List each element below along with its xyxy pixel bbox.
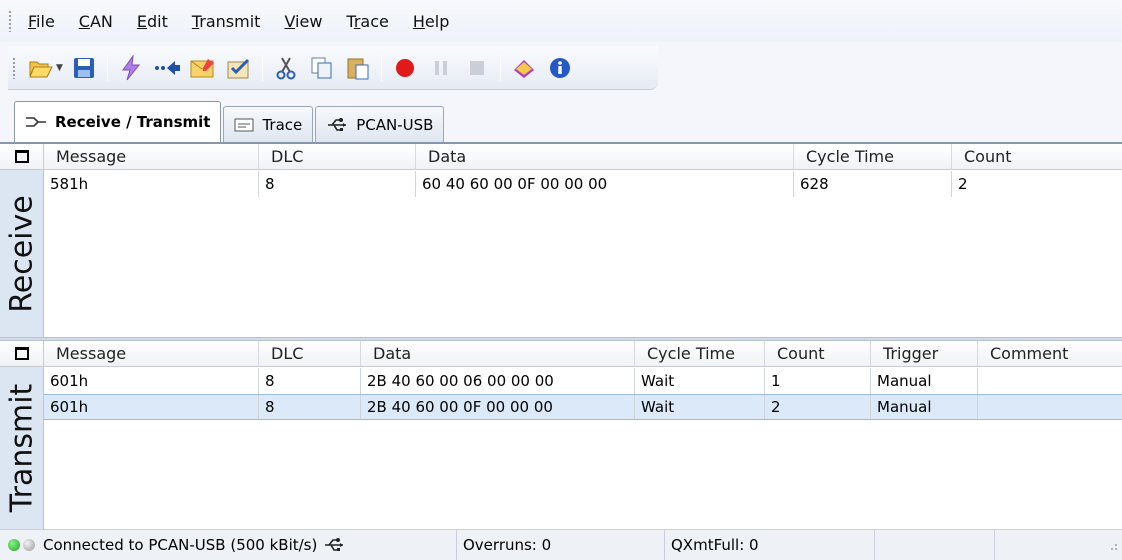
cell-data: 60 40 60 00 0F 00 00 00 (416, 171, 794, 197)
cell-cycle-time: Wait (635, 395, 765, 419)
menu-edit[interactable]: Edit (135, 10, 170, 33)
cell-message: 601h (44, 368, 259, 394)
cell-cycle-time: Wait (635, 368, 765, 394)
toolbar-separator (380, 54, 382, 81)
usb-icon (323, 536, 345, 554)
menu-transmit[interactable]: Transmit (190, 10, 263, 33)
col-dlc[interactable]: DLC (259, 341, 361, 366)
transmit-header: Message DLC Data Cycle Time Count Trigge… (0, 341, 1122, 367)
cell-comment (978, 395, 1122, 419)
trace-icon (234, 118, 254, 132)
tab-label: Trace (262, 115, 303, 134)
cell-count: 2 (765, 395, 871, 419)
led-gray-icon (23, 539, 35, 551)
cell-message: 601h (44, 395, 259, 419)
connection-text: Connected to PCAN-USB (500 kBit/s) (43, 536, 318, 554)
cell-data: 2B 40 60 00 0F 00 00 00 (361, 395, 635, 419)
cell-message: 581h (44, 171, 259, 197)
status-connection: Connected to PCAN-USB (500 kBit/s) (0, 530, 457, 560)
col-data[interactable]: Data (416, 144, 794, 169)
menu-view[interactable]: View (282, 10, 324, 33)
col-data[interactable]: Data (361, 341, 635, 366)
col-count[interactable]: Count (765, 341, 871, 366)
table-row[interactable]: 581h 8 60 40 60 00 0F 00 00 00 628 2 (44, 171, 1122, 197)
receive-transmit-icon (25, 115, 47, 129)
tab-label: PCAN-USB (356, 115, 434, 134)
stop-icon[interactable] (462, 53, 492, 83)
receive-header: Message DLC Data Cycle Time Count (0, 144, 1122, 170)
col-comment[interactable]: Comment (978, 341, 1122, 366)
cell-dlc: 8 (259, 368, 361, 394)
status-qxmtfull: QXmtFull: 0 (665, 530, 875, 560)
cell-comment (978, 368, 1122, 394)
cell-count: 2 (958, 175, 968, 193)
toolbar: ▼ (8, 46, 658, 90)
save-icon[interactable] (69, 53, 99, 83)
col-message[interactable]: Message (44, 144, 259, 169)
table-row-selected[interactable]: 601h 8 2B 40 60 00 0F 00 00 00 Wait 2 Ma… (44, 394, 1122, 420)
col-cycle-time[interactable]: Cycle Time (794, 144, 952, 169)
cell-trigger: Manual (871, 395, 978, 419)
cell-data: 2B 40 60 00 06 00 00 00 (361, 368, 635, 394)
toolbar-separator (106, 54, 108, 81)
menu-can[interactable]: CAN (77, 10, 115, 33)
toolbar-separator (261, 54, 263, 81)
pause-icon[interactable] (426, 53, 456, 83)
cell-cycle-time: 628 (794, 171, 952, 197)
tab-receive-transmit[interactable]: Receive / Transmit (14, 101, 222, 142)
tab-label: Receive / Transmit (55, 113, 211, 131)
menu-grip[interactable] (8, 10, 12, 32)
cell-dlc: 8 (259, 395, 361, 419)
usb-icon (326, 116, 348, 134)
menu-file[interactable]: File (26, 10, 57, 33)
status-bar: Connected to PCAN-USB (500 kBit/s) Overr… (0, 529, 1122, 560)
cell-count: 1 (765, 368, 871, 394)
col-dlc[interactable]: DLC (259, 144, 416, 169)
led-green-icon (8, 539, 20, 551)
open-dropdown-icon[interactable]: ▼ (56, 63, 63, 73)
toolbar-separator (499, 54, 501, 81)
pcan-view-window: File CAN Edit Transmit View Trace Help ▼ (0, 0, 1122, 560)
col-message[interactable]: Message (44, 341, 259, 366)
col-count[interactable]: Count (952, 144, 1122, 169)
transmit-select-all-icon[interactable] (0, 341, 44, 366)
tab-strip: Receive / Transmit Trace PCAN-USB (14, 100, 446, 142)
menu-help[interactable]: Help (411, 10, 451, 33)
transmit-panel: Message DLC Data Cycle Time Count Trigge… (0, 341, 1122, 529)
col-cycle-time[interactable]: Cycle Time (635, 341, 765, 366)
menu-trace[interactable]: Trace (344, 10, 390, 33)
table-row[interactable]: 601h 8 2B 40 60 00 06 00 00 00 Wait 1 Ma… (44, 368, 1122, 394)
status-empty-cell (875, 530, 995, 560)
tab-trace[interactable]: Trace (223, 106, 314, 142)
receive-select-all-icon[interactable] (0, 144, 44, 169)
edit-message-icon[interactable] (188, 53, 218, 83)
status-overruns: Overruns: 0 (457, 530, 665, 560)
cell-dlc: 8 (259, 171, 416, 197)
col-trigger[interactable]: Trigger (871, 341, 978, 366)
resize-grip-icon[interactable] (995, 530, 1122, 560)
receive-side-label: Receive (0, 170, 44, 337)
help-book-icon[interactable] (509, 53, 539, 83)
cell-trigger: Manual (871, 368, 978, 394)
new-message-icon[interactable] (152, 53, 182, 83)
properties-icon[interactable] (224, 53, 254, 83)
record-icon[interactable] (390, 53, 420, 83)
open-icon[interactable] (26, 53, 56, 83)
tab-pcan-usb[interactable]: PCAN-USB (315, 106, 445, 142)
copy-icon[interactable] (307, 53, 337, 83)
paste-icon[interactable] (343, 53, 373, 83)
transmit-side-label: Transmit (0, 367, 44, 529)
toolbar-grip[interactable] (12, 56, 16, 79)
info-icon[interactable] (545, 53, 575, 83)
receive-panel: Message DLC Data Cycle Time Count Receiv… (0, 144, 1122, 337)
cut-icon[interactable] (271, 53, 301, 83)
connect-icon[interactable] (116, 53, 146, 83)
menu-bar: File CAN Edit Transmit View Trace Help (0, 0, 1122, 42)
